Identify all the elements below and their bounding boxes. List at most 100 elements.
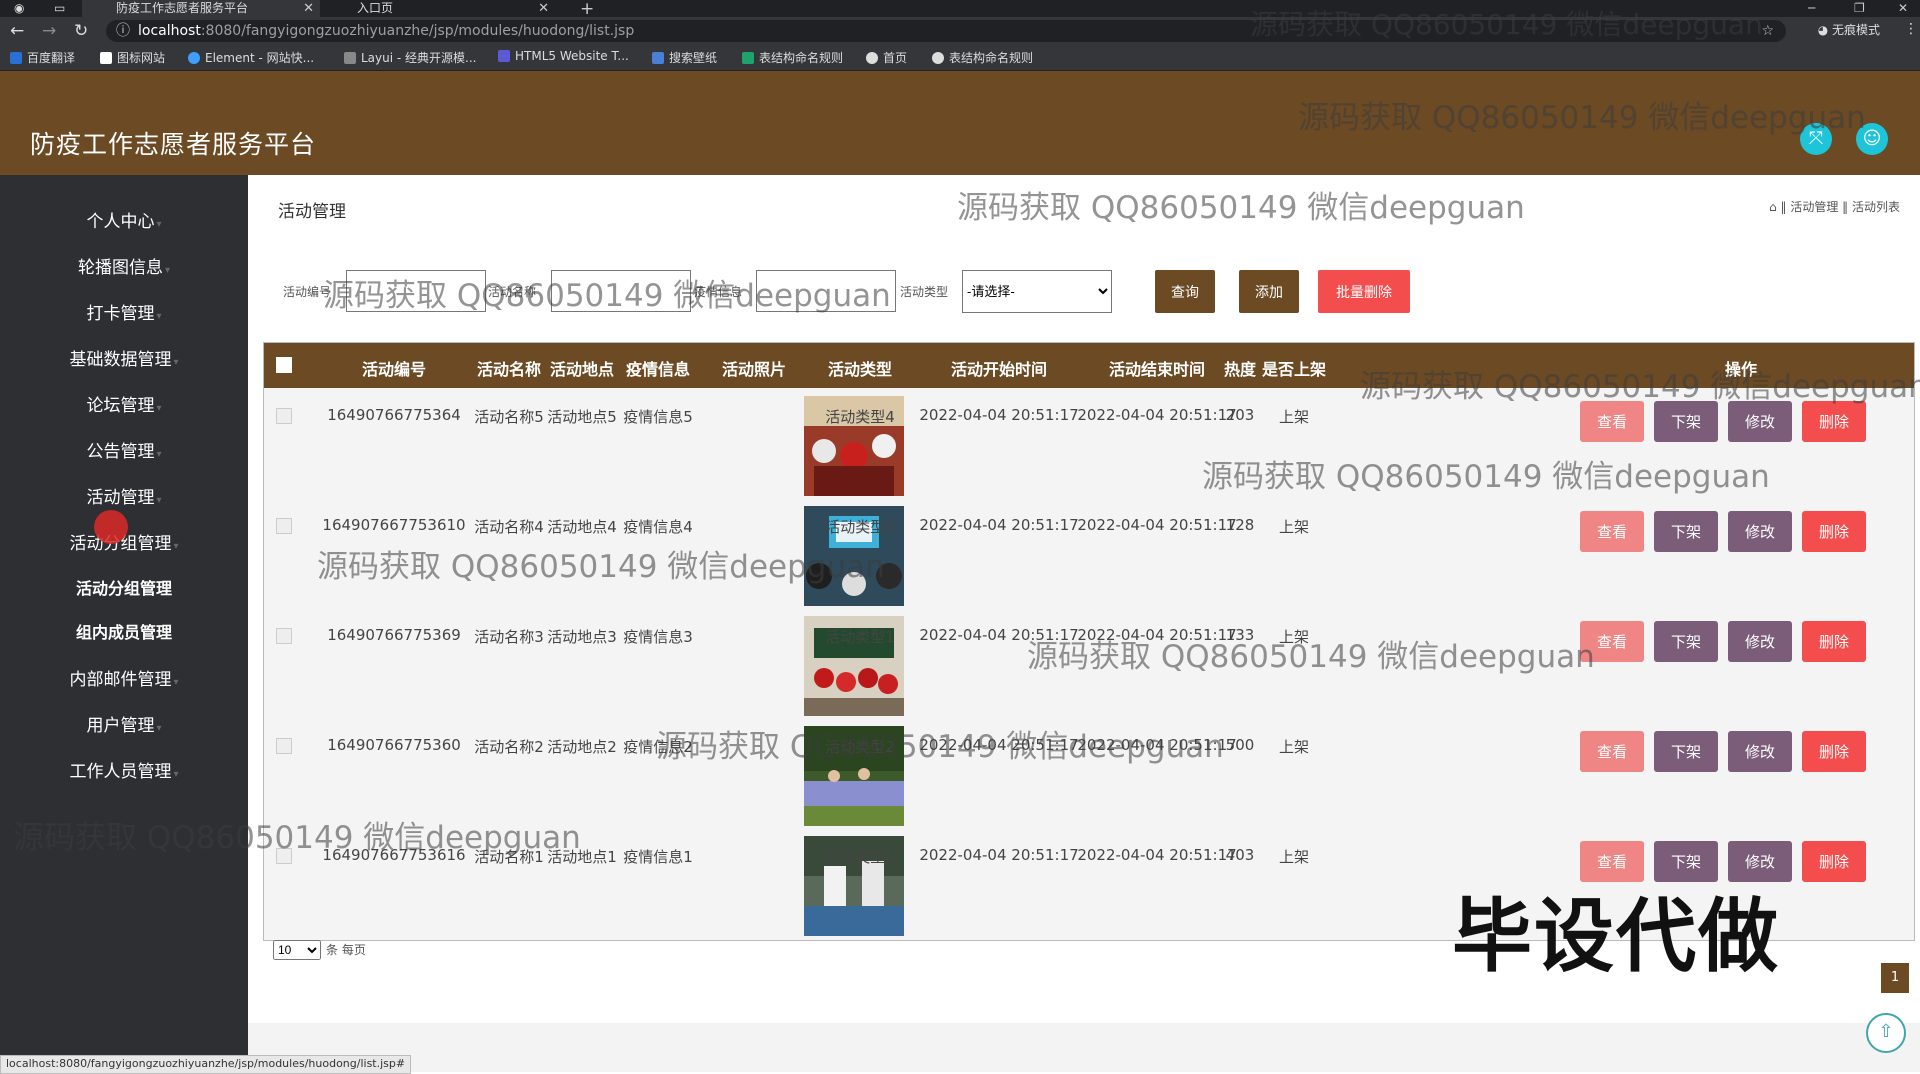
row-checkbox[interactable] [276,408,292,424]
fullscreen-icon[interactable]: ⤧ [1800,123,1832,155]
back-to-top-icon[interactable]: ⇧ [1866,1013,1906,1053]
row-checkbox[interactable] [276,848,292,864]
sidebar-item-activity[interactable]: 活动管理 ▾ [0,483,248,508]
sidebar-subitem-activity-group[interactable]: 活动分组管理 [0,575,248,599]
page-size-select[interactable]: 10 [273,940,321,960]
batch-delete-button[interactable]: 批量删除 [1318,270,1410,313]
column-header[interactable]: 活动地点 [550,356,614,380]
sidebar-subitem-group-members[interactable]: 组内成员管理 [0,619,248,643]
site-info-icon[interactable]: ⓘ [116,20,130,42]
filter-id-input[interactable] [346,270,486,312]
cell-id: 164907667753616 [322,846,466,864]
sidebar-item-users[interactable]: 用户管理 ▾ [0,711,248,736]
minimize-icon[interactable]: ─ [1808,0,1815,17]
view-button[interactable]: 查看 [1580,731,1644,772]
offline-button[interactable]: 下架 [1654,511,1718,552]
column-header[interactable]: 活动名称 [477,356,541,380]
column-header[interactable]: 热度 [1224,356,1256,380]
filter-label-name: 活动名称 [488,285,537,299]
incognito-indicator[interactable]: ◕ 无痕模式 [1818,21,1880,38]
app-title: 防疫工作志愿者服务平台 [30,130,317,159]
cell-place: 活动地点3 [547,628,617,646]
edit-button[interactable]: 修改 [1728,511,1792,552]
bookmark-item[interactable]: 搜索壁纸 [652,49,717,66]
close-window-icon[interactable]: ✕ [1898,0,1908,17]
sidebar-item-label: 活动管理 [86,488,155,508]
select-all-checkbox[interactable] [276,357,292,373]
delete-button[interactable]: 删除 [1802,401,1866,442]
offline-button[interactable]: 下架 [1654,401,1718,442]
restore-icon[interactable]: ❐ [1854,0,1865,17]
edit-button[interactable]: 修改 [1728,401,1792,442]
user-avatar-icon[interactable]: ☺ [1856,123,1888,155]
delete-button[interactable]: 删除 [1802,621,1866,662]
delete-button[interactable]: 删除 [1802,841,1866,882]
edit-button[interactable]: 修改 [1728,621,1792,662]
row-checkbox[interactable] [276,738,292,754]
tab-overview-icon[interactable]: ▭ [54,0,68,17]
sidebar-item-notice[interactable]: 公告管理 ▾ [0,437,248,462]
bookmark-star-icon[interactable]: ☆ [1761,20,1774,42]
tab-app[interactable]: 防疫工作志愿者服务平台 ✕ [82,0,320,17]
reload-icon[interactable]: ↻ [74,21,88,41]
sidebar-item-staff[interactable]: 工作人员管理 ▾ [0,757,248,782]
sidebar-item-carousel[interactable]: 轮播图信息 ▾ [0,253,248,278]
column-header[interactable]: 活动开始时间 [951,356,1047,380]
bookmark-item[interactable]: 首页 [866,49,907,66]
column-header[interactable]: 是否上架 [1262,356,1326,380]
bookmark-item[interactable]: 表结构命名规则 [742,49,843,66]
tab-entry[interactable]: 入口页 ✕ [325,0,555,17]
sidebar-item-internal-mail[interactable]: 内部邮件管理 ▾ [0,665,248,690]
tab-close-icon[interactable]: ✕ [303,0,314,17]
delete-button[interactable]: 删除 [1802,511,1866,552]
column-header[interactable]: 活动编号 [362,356,426,380]
browser-menu-icon[interactable]: ◉ [14,0,28,17]
bookmark-item[interactable]: 图标网站 [100,49,165,66]
app-header: 防疫工作志愿者服务平台 ⤧ ☺ [0,71,1920,175]
column-header[interactable]: 活动结束时间 [1109,356,1205,380]
home-icon[interactable]: ⌂ [1769,200,1777,214]
view-button[interactable]: 查看 [1580,511,1644,552]
add-button[interactable]: 添加 [1239,270,1299,313]
view-button[interactable]: 查看 [1580,621,1644,662]
filter-name-input[interactable] [551,270,691,312]
filter-type-select[interactable]: -请选择- [962,270,1112,313]
url-path: :8080/fangyigongzuozhiyuanzhe/jsp/module… [200,23,635,39]
cell-info: 疫情信息2 [623,738,693,756]
cell-heat: 403 [1225,846,1255,864]
sidebar-item-label: 论坛管理 [86,396,155,416]
row-checkbox[interactable] [276,628,292,644]
breadcrumb-item[interactable]: 活动管理 [1790,200,1838,214]
column-header[interactable]: 疫情信息 [626,356,690,380]
bookmark-item[interactable]: HTML5 Website T... [498,49,629,63]
sidebar-item-basic-data[interactable]: 基础数据管理 ▾ [0,345,248,370]
column-header[interactable]: 活动类型 [828,356,892,380]
cell-type: 活动类型2 [825,738,895,756]
sidebar-item-label: 基础数据管理 [69,350,172,370]
filter-info-input[interactable] [756,270,896,312]
bookmark-item[interactable]: 百度翻译 [10,49,75,66]
tab-close-icon[interactable]: ✕ [538,0,549,17]
forward-icon[interactable]: → [42,21,56,41]
browser-more-icon[interactable]: ⋮ [1904,21,1918,37]
address-bar-row: ← → ↻ ⓘ localhost:8080/fangyigongzuozhiy… [0,17,1920,45]
search-button[interactable]: 查询 [1155,270,1215,313]
edit-button[interactable]: 修改 [1728,731,1792,772]
bookmark-item[interactable]: Layui - 经典开源模... [344,49,476,66]
cell-id: 16490766775364 [327,406,461,424]
sidebar-item-personal-center[interactable]: 个人中心 ▾ [0,207,248,232]
cell-start: 2022-04-04 20:51:17 [919,516,1079,534]
view-button[interactable]: 查看 [1580,401,1644,442]
sidebar-item-forum[interactable]: 论坛管理 ▾ [0,391,248,416]
back-icon[interactable]: ← [10,21,24,41]
bookmark-item[interactable]: Element - 网站快... [188,49,314,66]
delete-button[interactable]: 删除 [1802,731,1866,772]
url-field[interactable]: ⓘ localhost:8080/fangyigongzuozhiyuanzhe… [106,20,1786,42]
sidebar-item-checkin[interactable]: 打卡管理 ▾ [0,299,248,324]
column-header[interactable]: 活动照片 [722,356,786,380]
offline-button[interactable]: 下架 [1654,731,1718,772]
page-number-button[interactable]: 1 [1881,963,1909,993]
offline-button[interactable]: 下架 [1654,621,1718,662]
bookmark-item[interactable]: 表结构命名规则 [932,49,1033,66]
row-checkbox[interactable] [276,518,292,534]
